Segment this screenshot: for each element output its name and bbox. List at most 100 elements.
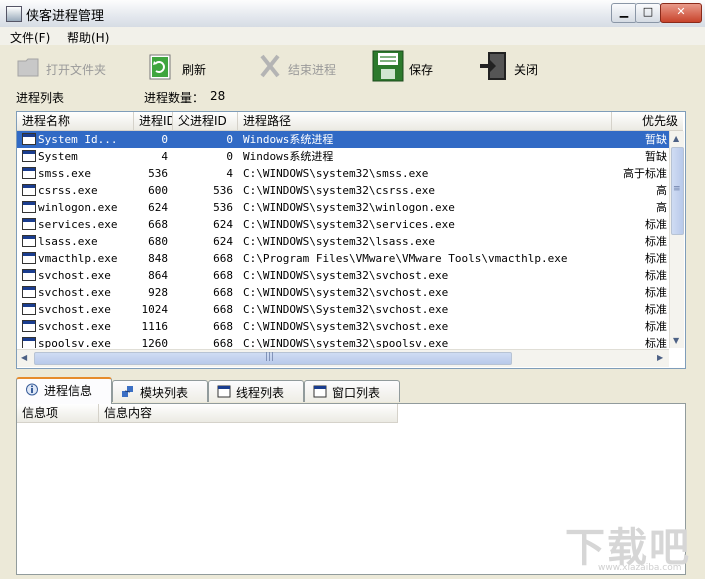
process-icon	[22, 184, 36, 196]
parent-process-id: 668	[213, 337, 233, 348]
process-path: C:\WINDOWS\system32\svchost.exe	[243, 286, 449, 299]
process-path: Windows系统进程	[243, 150, 334, 163]
minimize-icon: ▁	[619, 5, 629, 18]
process-list-header: 进程名称 进程ID 父进程ID 进程路径 优先级	[17, 112, 683, 131]
parent-process-id: 668	[213, 286, 233, 299]
process-path: C:\WINDOWS\system32\services.exe	[243, 218, 455, 231]
grip-icon: |||	[265, 352, 275, 362]
folder-icon	[17, 58, 39, 77]
process-id: 928	[148, 286, 168, 299]
horizontal-scroll-thumb[interactable]: |||	[34, 352, 512, 365]
process-path: C:\WINDOWS\System32\svchost.exe	[243, 303, 449, 316]
parent-process-id: 536	[213, 201, 233, 214]
horizontal-scrollbar[interactable]: ◀ ||| ▶	[17, 349, 669, 367]
tab-window-list[interactable]: 窗口列表	[304, 380, 400, 402]
info-icon	[26, 383, 38, 396]
process-id: 0	[161, 133, 168, 146]
process-id: 536	[148, 167, 168, 180]
close-button[interactable]: 关闭	[478, 50, 548, 88]
scroll-left-icon[interactable]: ◀	[21, 353, 27, 362]
save-button[interactable]: 保存	[372, 50, 442, 88]
close-window-button[interactable]: ✕	[660, 3, 702, 23]
table-row[interactable]: svchost.exe 1116 668 C:\WINDOWS\system32\sv…	[17, 318, 669, 335]
save-icon	[372, 50, 404, 82]
title-bar[interactable]: 侠客进程管理 ▁ □ ✕	[0, 0, 705, 28]
tab-thread-list[interactable]: 线程列表	[208, 380, 304, 402]
process-path: C:\Program Files\VMware\VMware Tools\vma…	[243, 252, 568, 265]
process-path: C:\WINDOWS\system32\smss.exe	[243, 167, 429, 180]
process-path: C:\WINDOWS\system32\lsass.exe	[243, 235, 436, 248]
process-icon	[22, 303, 36, 315]
col-pid[interactable]: 进程ID	[134, 112, 173, 130]
process-list-title: 进程列表	[16, 91, 65, 105]
process-priority: 暂缺	[645, 133, 667, 146]
menu-help[interactable]: 帮助(H)	[67, 29, 109, 46]
open-folder-button[interactable]: 打开文件夹	[16, 50, 116, 88]
process-id: 1260	[141, 337, 169, 348]
refresh-icon	[149, 54, 171, 80]
info-list-header: 信息项 信息内容	[17, 404, 398, 423]
end-process-icon	[260, 54, 280, 78]
table-row[interactable]: csrss.exe 600 536 C:\WINDOWS\system32\csrss…	[17, 182, 669, 199]
grip-icon: ≡	[673, 184, 681, 194]
minimize-button[interactable]: ▁	[611, 3, 637, 23]
scroll-right-icon[interactable]: ▶	[657, 353, 663, 362]
tab-process-info[interactable]: 进程信息	[16, 377, 112, 404]
table-row[interactable]: svchost.exe 928 668 C:\WINDOWS\system32\svc…	[17, 284, 669, 301]
process-id: 600	[148, 184, 168, 197]
process-path: C:\WINDOWS\system32\svchost.exe	[243, 320, 449, 333]
process-list[interactable]: 进程名称 进程ID 父进程ID 进程路径 优先级 System Id... 0 0 W…	[16, 111, 686, 369]
module-icon	[122, 386, 133, 397]
parent-process-id: 4	[226, 167, 233, 180]
process-path: C:\WINDOWS\system32\csrss.exe	[243, 184, 436, 197]
col-path[interactable]: 进程路径	[238, 112, 612, 130]
process-id: 1116	[141, 320, 169, 333]
parent-process-id: 0	[226, 133, 233, 146]
process-icon	[22, 133, 36, 145]
process-priority: 标准	[645, 252, 667, 265]
table-row[interactable]: smss.exe 536 4 C:\WINDOWS\system32\smss.exe…	[17, 165, 669, 182]
col-info-content[interactable]: 信息内容	[99, 404, 398, 422]
table-row[interactable]: lsass.exe 680 624 C:\WINDOWS\system32\lsass…	[17, 233, 669, 250]
process-priority: 标准	[645, 286, 667, 299]
process-priority: 标准	[645, 218, 667, 231]
menu-file[interactable]: 文件(F)	[10, 29, 50, 46]
process-path: C:\WINDOWS\system32\winlogon.exe	[243, 201, 455, 214]
process-icon	[22, 167, 36, 179]
maximize-button[interactable]: □	[635, 3, 661, 23]
col-info-item[interactable]: 信息项	[17, 404, 99, 422]
table-row[interactable]: vmacthlp.exe 848 668 C:\Program Files\VMwar…	[17, 250, 669, 267]
process-path: Windows系统进程	[243, 133, 334, 146]
process-path: C:\WINDOWS\system32\spoolsv.exe	[243, 337, 449, 348]
table-row[interactable]: svchost.exe 864 668 C:\WINDOWS\system32\svc…	[17, 267, 669, 284]
vertical-scrollbar[interactable]: ▲ ≡ ▼	[669, 131, 684, 348]
table-row[interactable]: services.exe 668 624 C:\WINDOWS\system32\se…	[17, 216, 669, 233]
tab-module-list[interactable]: 模块列表	[112, 380, 208, 402]
close-icon: ✕	[676, 5, 686, 18]
process-priority: 高	[656, 201, 667, 214]
process-id: 864	[148, 269, 168, 282]
process-priority: 标准	[645, 337, 667, 348]
process-id: 680	[148, 235, 168, 248]
col-parent-pid[interactable]: 父进程ID	[173, 112, 238, 130]
process-id: 4	[161, 150, 168, 163]
process-icon	[22, 320, 36, 332]
table-row[interactable]: spoolsv.exe 1260 668 C:\WINDOWS\system32\sp…	[17, 335, 669, 348]
process-icon	[22, 337, 36, 348]
scroll-down-icon[interactable]: ▼	[673, 336, 679, 345]
process-icon	[22, 252, 36, 264]
col-process-name[interactable]: 进程名称	[17, 112, 134, 130]
table-row[interactable]: System 4 0 Windows系统进程 暂缺	[17, 148, 669, 165]
refresh-button[interactable]: 刷新	[148, 50, 218, 88]
process-id: 848	[148, 252, 168, 265]
col-priority[interactable]: 优先级	[612, 112, 683, 130]
scroll-up-icon[interactable]: ▲	[673, 134, 679, 143]
vertical-scroll-thumb[interactable]: ≡	[671, 147, 684, 235]
end-process-button[interactable]: 结束进程	[258, 50, 348, 88]
table-row[interactable]: winlogon.exe 624 536 C:\WINDOWS\system32\wi…	[17, 199, 669, 216]
table-row[interactable]: System Id... 0 0 Windows系统进程 暂缺	[17, 131, 669, 148]
process-id: 624	[148, 201, 168, 214]
table-row[interactable]: svchost.exe 1024 668 C:\WINDOWS\System32\sv…	[17, 301, 669, 318]
process-priority: 高	[656, 184, 667, 197]
process-rows: System Id... 0 0 Windows系统进程 暂缺 System 4 0 Windo…	[17, 131, 669, 348]
